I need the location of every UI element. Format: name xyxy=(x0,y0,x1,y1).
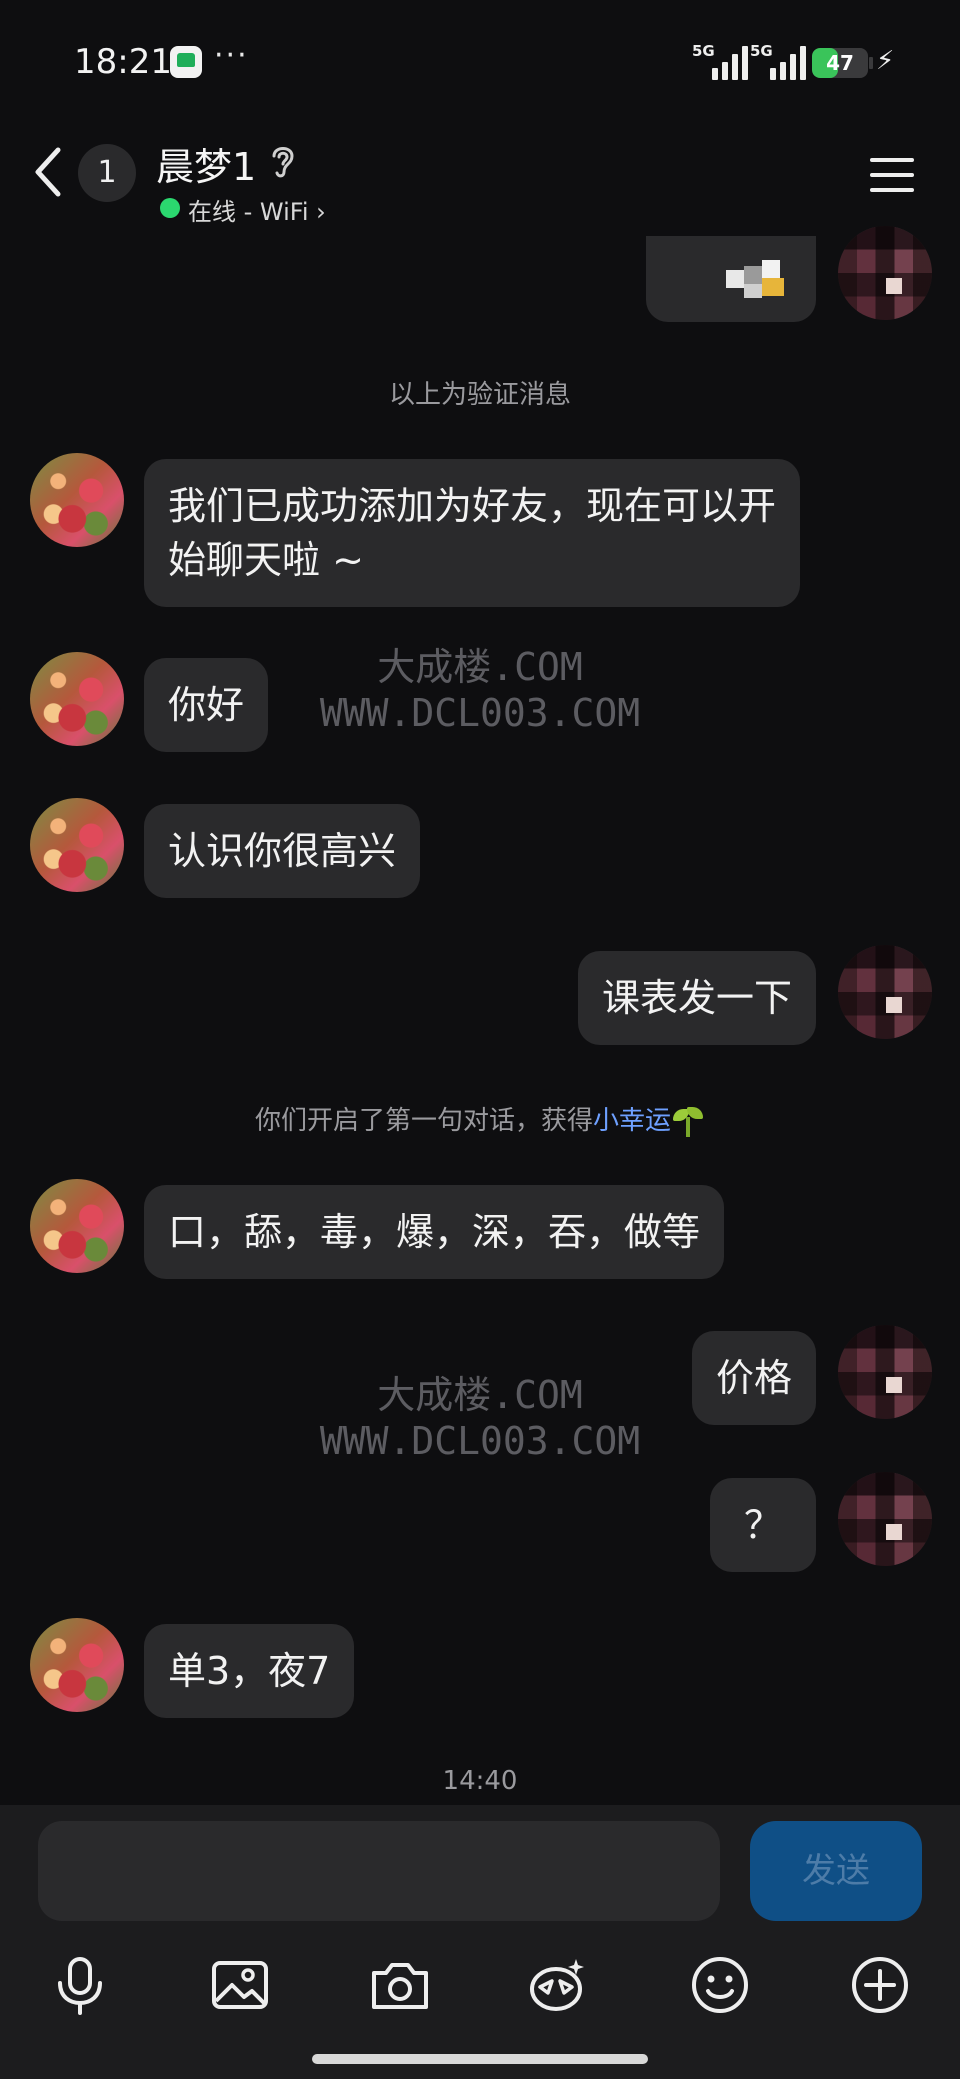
my-message-bubble[interactable]: 价格 xyxy=(691,1331,816,1425)
lucky-link[interactable]: 小幸运 xyxy=(593,1106,671,1136)
signal-2-icon: 5G xyxy=(750,42,812,80)
image-icon[interactable] xyxy=(208,1953,272,2017)
microphone-icon[interactable] xyxy=(48,1953,112,2017)
system-message: 以上为验证消息 xyxy=(388,380,571,410)
contact-avatar[interactable] xyxy=(30,1179,124,1273)
online-status-dot xyxy=(160,198,180,218)
menu-button[interactable] xyxy=(870,158,914,194)
status-time: 18:21 xyxy=(74,42,172,82)
signal-1-icon: 5G xyxy=(692,42,754,80)
watermark: 大成楼.COM WWW.DCL003.COM xyxy=(319,1373,641,1463)
input-area: 发送 xyxy=(0,1805,960,2079)
more-notifications-icon: ··· xyxy=(214,38,249,73)
status-bar: 18:21 ··· 5G 5G 47 ⚡ xyxy=(0,0,960,120)
my-message-bubble[interactable]: ？ xyxy=(710,1478,816,1572)
battery-icon: 47 xyxy=(812,48,868,78)
my-avatar[interactable] xyxy=(838,945,932,1039)
message-bubble[interactable]: 认识你很高兴 xyxy=(144,804,421,898)
message-bubble[interactable]: 单3，夜7 xyxy=(144,1624,355,1718)
contact-avatar[interactable] xyxy=(30,798,124,892)
chat-header: 1 晨梦1 在线 - WiFi › xyxy=(0,120,960,230)
plus-icon[interactable] xyxy=(848,1953,912,2017)
online-status[interactable]: 在线 - WiFi › xyxy=(188,192,326,227)
my-message-bubble[interactable]: 课表发一下 xyxy=(577,951,816,1045)
message-bubble[interactable]: 我们已成功添加为好友，现在可以开始聊天啦 ~ xyxy=(144,459,800,607)
my-avatar[interactable] xyxy=(838,226,932,320)
contact-avatar[interactable] xyxy=(30,1618,124,1712)
camera-icon[interactable] xyxy=(368,1953,432,2017)
home-indicator[interactable] xyxy=(312,2054,648,2064)
chevron-left-icon xyxy=(35,147,61,197)
blurred-image-message[interactable] xyxy=(646,236,816,322)
message-bubble[interactable]: 口，舔，毒，爆，深，吞，做等 xyxy=(144,1185,725,1279)
smiley-icon[interactable] xyxy=(688,1953,752,2017)
unread-count-badge[interactable]: 1 xyxy=(78,144,136,202)
contact-avatar[interactable] xyxy=(30,453,124,547)
message-input[interactable] xyxy=(38,1821,720,1921)
message-timestamp: 14:40 xyxy=(442,1766,518,1796)
ear-icon[interactable] xyxy=(268,142,298,180)
sprout-icon xyxy=(671,1106,705,1137)
app-notification-icon xyxy=(170,46,202,78)
charging-icon: ⚡ xyxy=(876,46,895,76)
my-avatar[interactable] xyxy=(838,1472,932,1566)
battery-level: 47 xyxy=(826,51,854,75)
my-avatar[interactable] xyxy=(838,1325,932,1419)
message-bubble[interactable]: 你好 xyxy=(144,658,269,752)
contact-avatar[interactable] xyxy=(30,652,124,746)
emoji-red-packet-icon[interactable] xyxy=(526,1953,590,2017)
send-button[interactable]: 发送 xyxy=(750,1821,922,1921)
contact-name[interactable]: 晨梦1 xyxy=(156,136,256,191)
back-button[interactable] xyxy=(28,142,72,202)
system-message-lucky: 你们开启了第一句对话，获得小幸运 xyxy=(0,1100,960,1137)
